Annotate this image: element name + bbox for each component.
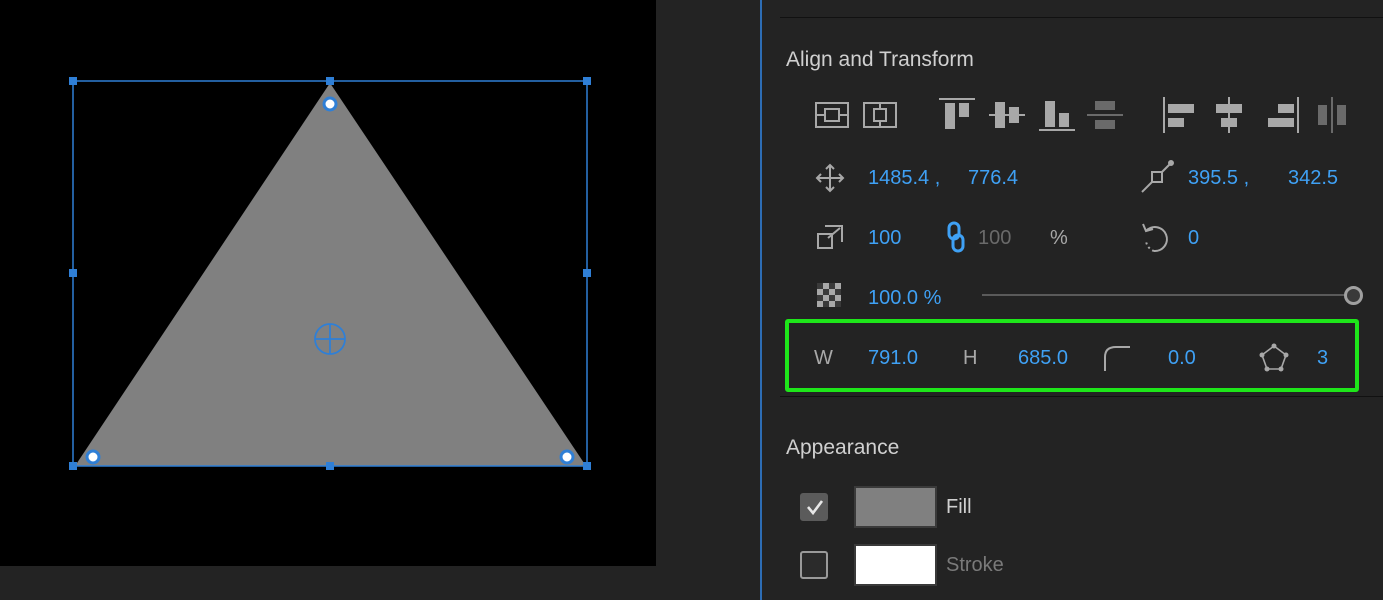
scale-unit: %: [1050, 227, 1068, 249]
scale-icon: [817, 225, 843, 249]
position-y-value[interactable]: 776.4: [968, 167, 1018, 190]
scale-linked-value: 100: [978, 227, 1012, 249]
vertex-bottom-left[interactable]: [85, 449, 101, 465]
rotation-icon: [1142, 223, 1168, 253]
anchor-x-value[interactable]: 395.5 ,: [1188, 167, 1249, 190]
move-icon: [815, 163, 845, 193]
distribute-horizontal-icon[interactable]: [1312, 97, 1352, 133]
handle-middle-left[interactable]: [69, 269, 77, 277]
handle-middle-right[interactable]: [583, 269, 591, 277]
handle-bottom-left[interactable]: [69, 462, 77, 470]
opacity-value[interactable]: 100.0 %: [868, 287, 941, 310]
height-value[interactable]: 685.0: [1018, 347, 1068, 370]
polygon-icon: [1259, 343, 1289, 372]
opacity-slider-track[interactable]: [982, 294, 1354, 296]
handle-top-center[interactable]: [326, 77, 334, 85]
height-label: H: [963, 347, 978, 369]
stroke-checkbox[interactable]: [800, 551, 828, 579]
sides-value[interactable]: 3: [1317, 347, 1328, 370]
checkmark-icon: [807, 500, 824, 516]
rotation-value[interactable]: 0: [1188, 227, 1199, 250]
width-value[interactable]: 791.0: [868, 347, 918, 370]
anchor-point-icon: [1141, 160, 1174, 193]
handle-top-left[interactable]: [69, 77, 77, 85]
opacity-icon: [817, 283, 841, 307]
distribute-vertical-icon[interactable]: [1085, 97, 1125, 133]
corner-radius-icon: [1104, 346, 1130, 371]
program-monitor: [0, 0, 760, 600]
align-right-icon[interactable]: [1262, 97, 1302, 133]
scale-value[interactable]: 100: [868, 227, 901, 250]
appearance-title: Appearance: [786, 436, 900, 459]
section-divider: [780, 17, 1383, 18]
handle-bottom-center[interactable]: [326, 462, 334, 470]
vertex-bottom-right[interactable]: [559, 449, 575, 465]
align-vcenter-icon[interactable]: [987, 97, 1027, 133]
fill-label: Fill: [946, 496, 972, 518]
fill-checkbox[interactable]: [800, 493, 828, 521]
vertex-top[interactable]: [322, 96, 338, 112]
width-label: W: [814, 347, 833, 369]
opacity-slider-knob[interactable]: [1344, 286, 1363, 305]
handle-top-right[interactable]: [583, 77, 591, 85]
canvas-svg: [69, 77, 591, 470]
align-bottom-icon[interactable]: [1037, 97, 1077, 133]
triangle-shape[interactable]: [75, 83, 586, 466]
align-hcenter-icon[interactable]: [1209, 97, 1249, 133]
align-transform-title: Align and Transform: [786, 48, 974, 71]
align-top-icon[interactable]: [937, 97, 977, 133]
corner-radius-value[interactable]: 0.0: [1168, 347, 1196, 370]
align-left-icon[interactable]: [1161, 97, 1201, 133]
handle-bottom-right[interactable]: [583, 462, 591, 470]
position-x-value[interactable]: 1485.4 ,: [868, 167, 940, 190]
align-selection-icon[interactable]: [812, 97, 852, 133]
section-divider: [780, 396, 1383, 397]
fill-color-swatch[interactable]: [854, 486, 937, 528]
properties-panel: Align and Transform 1485.4 , 776.4 395.5…: [762, 0, 1383, 600]
stroke-color-swatch[interactable]: [854, 544, 937, 586]
link-icon[interactable]: [945, 221, 967, 253]
anchor-point-icon[interactable]: [314, 323, 346, 355]
stroke-label: Stroke: [946, 554, 1004, 576]
anchor-y-value[interactable]: 342.5: [1288, 167, 1338, 190]
canvas[interactable]: [0, 0, 656, 566]
align-keyframe-icon[interactable]: [860, 97, 900, 133]
